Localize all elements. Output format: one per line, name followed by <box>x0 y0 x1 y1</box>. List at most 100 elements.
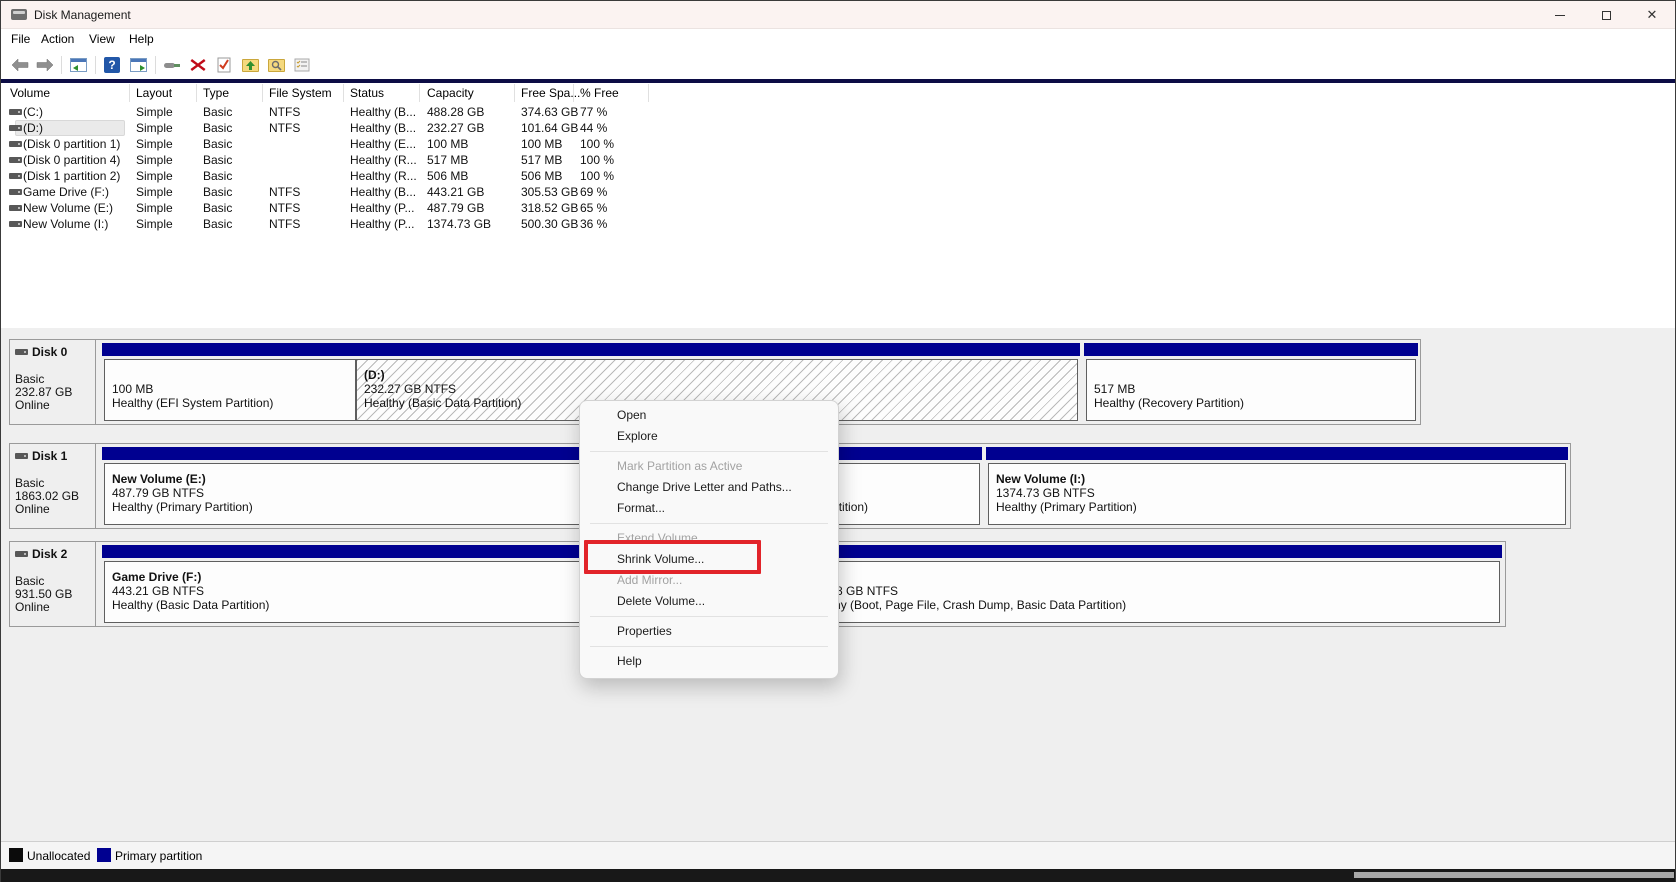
partition-name-line: (D:) <box>364 368 385 382</box>
disk-icon <box>15 453 28 459</box>
table-row[interactable]: New Volume (I:)SimpleBasicNTFSHealthy (P… <box>1 216 1675 232</box>
partition-size-line: 443.21 GB NTFS <box>112 584 204 598</box>
disk-type: Basic <box>15 476 44 490</box>
cell-pct_free: 100 % <box>580 153 614 167</box>
maximize-button[interactable] <box>1583 1 1629 29</box>
action-pane-icon[interactable] <box>127 55 149 75</box>
menu-item-properties[interactable]: Properties <box>580 621 838 642</box>
properties-icon[interactable] <box>213 55 235 75</box>
refresh-icon[interactable] <box>161 55 183 75</box>
partition-status-line: Healthy (Primary Partition) <box>112 500 253 514</box>
header-separator <box>514 84 515 102</box>
explore-folder-icon[interactable] <box>265 55 287 75</box>
cell-free: 500.30 GB <box>521 217 578 231</box>
partition-name-line: Game Drive (F:) <box>112 570 201 584</box>
cell-capacity: 517 MB <box>427 153 468 167</box>
menubar-item-help[interactable]: Help <box>129 32 154 46</box>
cell-fs: NTFS <box>269 201 300 215</box>
column-header-layout[interactable]: Layout <box>136 86 172 100</box>
cell-status: Healthy (B... <box>350 105 416 119</box>
column-header-type[interactable]: Type <box>203 86 229 100</box>
menu-item-open[interactable]: Open <box>580 405 838 426</box>
cell-layout: Simple <box>136 217 173 231</box>
cell-status: Healthy (P... <box>350 201 414 215</box>
partition-new-volume-i[interactable]: New Volume (I:)1374.73 GB NTFSHealthy (P… <box>986 444 1568 528</box>
disk-type: Basic <box>15 372 44 386</box>
partition-status-line: Healthy (Primary Partition) <box>996 500 1137 514</box>
cell-status: Healthy (R... <box>350 169 417 183</box>
disk-panel-disk-1[interactable]: Disk 1Basic1863.02 GBOnline <box>10 444 96 528</box>
partition-name-line: New Volume (I:) <box>996 472 1085 486</box>
legend: UnallocatedPrimary partition <box>1 842 1675 869</box>
table-row[interactable]: (Disk 0 partition 4)SimpleBasicHealthy (… <box>1 152 1675 168</box>
menu-item-format[interactable]: Format... <box>580 498 838 519</box>
table-row[interactable]: (D:)SimpleBasicNTFSHealthy (B...232.27 G… <box>1 120 1675 136</box>
column-header-free[interactable]: % Free <box>580 86 619 100</box>
window-title: Disk Management <box>34 8 131 22</box>
header-separator <box>129 84 130 102</box>
partition-box[interactable]: (C:)488.28 GB NTFSHealthy (Boot, Page Fi… <box>798 561 1500 623</box>
menu-item-explore[interactable]: Explore <box>580 426 838 447</box>
console-tree-icon[interactable] <box>67 55 89 75</box>
cell-pct_free: 44 % <box>580 121 607 135</box>
disk-status: Online <box>15 502 50 516</box>
cell-capacity: 443.21 GB <box>427 185 484 199</box>
table-row[interactable]: (Disk 1 partition 2)SimpleBasicHealthy (… <box>1 168 1675 184</box>
table-row[interactable]: (Disk 0 partition 1)SimpleBasicHealthy (… <box>1 136 1675 152</box>
open-folder-icon[interactable] <box>239 55 261 75</box>
volume-icon <box>9 221 22 227</box>
disk-name: Disk 2 <box>32 547 67 561</box>
partition-size-line: 517 MB <box>1094 382 1135 396</box>
table-row[interactable]: Game Drive (F:)SimpleBasicNTFSHealthy (B… <box>1 184 1675 200</box>
column-header-status[interactable]: Status <box>350 86 384 100</box>
table-row[interactable]: New Volume (E:)SimpleBasicNTFSHealthy (P… <box>1 200 1675 216</box>
column-header-volume[interactable]: Volume <box>10 86 50 100</box>
menu-item-change-drive-letter-and-paths[interactable]: Change Drive Letter and Paths... <box>580 477 838 498</box>
back-icon[interactable] <box>9 55 31 75</box>
volume-icon <box>9 173 22 179</box>
cell-free: 101.64 GB <box>521 121 578 135</box>
cell-status: Healthy (B... <box>350 185 416 199</box>
column-header-file-system[interactable]: File System <box>269 86 332 100</box>
partition-size-line: 1374.73 GB NTFS <box>996 486 1095 500</box>
cell-pct_free: 100 % <box>580 169 614 183</box>
delete-icon[interactable] <box>187 55 209 75</box>
cell-fs: NTFS <box>269 105 300 119</box>
view-options-icon[interactable] <box>291 55 313 75</box>
cell-capacity: 232.27 GB <box>427 121 484 135</box>
disk-panel-disk-0[interactable]: Disk 0Basic232.87 GBOnline <box>10 340 96 424</box>
close-button[interactable]: ✕ <box>1629 1 1675 29</box>
column-header-capacity[interactable]: Capacity <box>427 86 474 100</box>
cell-capacity: 1374.73 GB <box>427 217 491 231</box>
menu-item-delete-volume[interactable]: Delete Volume... <box>580 591 838 612</box>
partition-color-strip <box>986 447 1568 460</box>
partition-healthy-recovery-partition[interactable]: 517 MBHealthy (Recovery Partition) <box>1084 340 1418 424</box>
partition-box[interactable]: 100 MBHealthy (EFI System Partition) <box>104 359 356 421</box>
menu-separator <box>580 447 838 456</box>
menu-item-help[interactable]: Help <box>580 651 838 672</box>
minimize-button[interactable] <box>1537 1 1583 29</box>
cell-type: Basic <box>203 185 232 199</box>
disk-panel-disk-2[interactable]: Disk 2Basic931.50 GBOnline <box>10 542 96 626</box>
app-icon <box>11 9 27 20</box>
partition-size-line: 487.79 GB NTFS <box>112 486 204 500</box>
partition-c[interactable]: (C:)488.28 GB NTFSHealthy (Boot, Page Fi… <box>796 542 1502 626</box>
bottom-scrollbar[interactable] <box>1354 872 1674 878</box>
cell-status: Healthy (B... <box>350 121 416 135</box>
help-icon[interactable]: ? <box>101 55 123 75</box>
disk-icon <box>15 349 28 355</box>
column-header-free-spa[interactable]: Free Spa... <box>521 86 580 100</box>
menubar-item-file[interactable]: File <box>11 32 30 46</box>
cell-capacity: 487.79 GB <box>427 201 484 215</box>
cell-volume: (D:) <box>23 121 43 135</box>
menubar-item-action[interactable]: Action <box>41 32 74 46</box>
partition-box[interactable]: 517 MBHealthy (Recovery Partition) <box>1086 359 1416 421</box>
partition-healthy-efi-system-partition[interactable]: 100 MBHealthy (EFI System Partition) <box>102 340 358 424</box>
cell-layout: Simple <box>136 105 173 119</box>
disk-type: Basic <box>15 574 44 588</box>
menubar-item-view[interactable]: View <box>89 32 115 46</box>
forward-icon[interactable] <box>34 55 56 75</box>
table-row[interactable]: (C:)SimpleBasicNTFSHealthy (B...488.28 G… <box>1 104 1675 120</box>
cell-free: 506 MB <box>521 169 562 183</box>
partition-box[interactable]: New Volume (I:)1374.73 GB NTFSHealthy (P… <box>988 463 1566 525</box>
